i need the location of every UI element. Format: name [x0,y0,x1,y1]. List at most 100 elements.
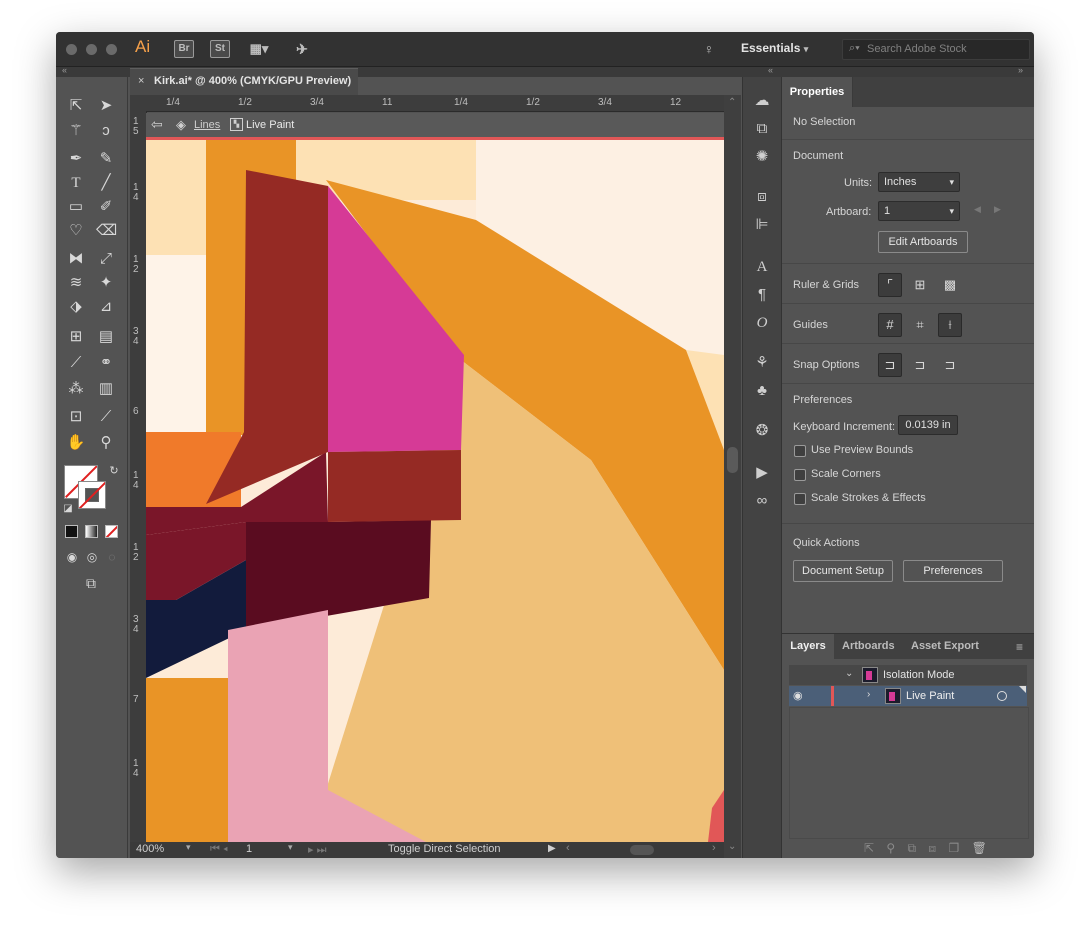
column-graph-tool-icon[interactable]: ▥ [96,379,116,399]
expand-right-icon[interactable]: » [1018,65,1023,75]
pen-tool-icon[interactable]: ✒ [66,149,86,169]
actions-play-icon[interactable]: ▶ [752,463,772,483]
transparency-grid-icon[interactable]: ▩ [938,273,962,297]
vertical-scroll-thumb[interactable] [727,447,738,473]
selection-tool-icon[interactable]: ⇱ [66,96,86,116]
libraries-icon[interactable]: ☁ [752,91,772,111]
breadcrumb-live-paint[interactable]: Live Paint [246,119,294,131]
locate-object-icon[interactable]: ⚲ [886,841,895,855]
paintbrush-tool-icon[interactable]: ✐ [96,197,116,217]
perspective-grid-tool-icon[interactable]: ⊿ [96,297,116,317]
bridge-button[interactable]: Br [174,40,194,58]
search-adobe-stock-input[interactable]: ⌕▾ Search Adobe Stock [842,39,1030,60]
scroll-right-icon[interactable]: › [712,842,716,854]
opentype-icon[interactable]: O [752,313,772,333]
clipping-mask-icon[interactable]: ⧉ [908,841,917,855]
units-select[interactable]: Inches ▾ [878,172,960,192]
next-artboard-icon[interactable]: ▸ ⏭ [308,843,326,857]
new-layer-icon[interactable]: ❐ [948,841,959,855]
collapse-middle-icon[interactable]: « [768,65,773,75]
draw-normal-icon[interactable]: ◉ [62,547,82,567]
smart-guides-icon[interactable]: ⟊ [938,313,962,337]
stock-button[interactable]: St [210,40,230,58]
artboard-number-field[interactable]: 1 [246,843,252,855]
horizontal-scroll-thumb[interactable] [630,845,654,855]
links-icon[interactable]: ∞ [752,491,772,511]
target-circle-icon[interactable] [997,691,1007,701]
exit-isolation-icon[interactable]: ⇦ [151,116,163,133]
slice-tool-icon[interactable]: ⟋ [96,407,116,427]
direct-selection-tool-icon[interactable]: ➤ [96,96,116,116]
recolor-icon[interactable]: ❂ [752,421,772,441]
zoom-dropdown-icon[interactable]: ▾ [186,842,191,853]
snap-to-grid-icon[interactable]: ⊐ [938,353,962,377]
status-menu-icon[interactable]: ▶ [548,843,556,854]
zoom-tool-icon[interactable]: ⚲ [96,433,116,453]
draw-inside-icon[interactable]: ◌ [102,547,122,567]
draw-behind-icon[interactable]: ◎ [82,547,102,567]
vertical-scrollbar[interactable]: ⌃ ⌄ [724,95,741,858]
snap-to-point-icon[interactable]: ⊐ [878,353,902,377]
export-icon[interactable]: ⇱ [864,841,874,855]
layer-row-isolation[interactable]: ⌄ Isolation Mode [789,665,1027,685]
type-tool-icon[interactable]: T [66,173,86,193]
paragraph-icon[interactable]: ¶ [752,285,772,305]
scroll-down-icon[interactable]: ⌄ [728,841,736,852]
layer-row-live-paint[interactable]: ◉ › Live Paint [789,686,1027,706]
scale-strokes-checkbox[interactable] [794,493,806,505]
preferences-button[interactable]: Preferences [903,560,1003,582]
keyboard-increment-field[interactable]: 0.0139 in [898,415,958,435]
hand-tool-icon[interactable]: ✋ [66,433,86,453]
symbols-icon[interactable]: ♣ [752,381,772,401]
eyedropper-tool-icon[interactable]: ⟋ [66,353,86,373]
next-artboard-icon[interactable]: ▶ [994,204,1001,215]
none-mode-button[interactable] [105,525,118,538]
brushes-icon[interactable]: ⚘ [752,353,772,373]
character-icon[interactable]: A [752,257,772,277]
artboard-canvas[interactable] [146,140,724,842]
align-icon[interactable]: ⊫ [752,215,772,235]
lock-guides-icon[interactable]: ⌗ [908,313,932,337]
stroke-swatch[interactable] [78,481,106,509]
eraser-tool-icon[interactable]: ⌫ [96,221,117,241]
tab-layers[interactable]: Layers [782,634,834,659]
rectangle-tool-icon[interactable]: ▭ [66,197,86,217]
delete-layer-icon[interactable]: 🗑 [972,841,987,855]
shape-builder-tool-icon[interactable]: ⬗ [66,297,86,317]
pathfinder-icon[interactable]: ⧈ [752,187,772,207]
line-tool-icon[interactable]: ╱ [96,173,116,193]
tab-asset-export[interactable]: Asset Export [911,634,979,659]
scale-corners-checkbox[interactable] [794,469,806,481]
vertical-ruler[interactable]: 1 5 1 4 1 2 3 4 6 1 4 1 2 3 4 7 1 4 [130,111,147,842]
chevron-right-icon[interactable]: › [867,689,870,700]
artboard-tool-icon[interactable]: ⊡ [66,407,86,427]
gradient-mode-button[interactable] [85,525,98,538]
lasso-tool-icon[interactable]: ↄ [96,121,116,141]
chevron-down-icon[interactable]: ⌄ [845,668,853,679]
symbol-sprayer-tool-icon[interactable]: ⁂ [66,379,86,399]
show-guides-icon[interactable]: # [878,313,902,337]
horizontal-ruler[interactable]: 1/4 1/2 3/4 11 1/4 1/2 3/4 12 [146,95,724,112]
scale-tool-icon[interactable]: ⤢ [96,249,116,269]
visibility-eye-icon[interactable]: ◉ [793,689,803,702]
default-fill-stroke-icon[interactable]: ◪ [58,499,78,519]
collapse-left-icon[interactable]: « [62,65,67,75]
live-paint-artwork[interactable] [146,140,724,842]
document-setup-button[interactable]: Document Setup [793,560,893,582]
first-artboard-icon[interactable]: ⏮ ◂ [210,843,228,856]
scroll-up-icon[interactable]: ⌃ [728,97,736,108]
close-document-icon[interactable]: × [138,75,144,87]
gradient-tool-icon[interactable]: ▤ [96,327,116,347]
gpu-performance-icon[interactable]: ✈ [292,40,312,58]
ruler-origin[interactable] [130,95,146,111]
transform-icon[interactable]: ⧉ [752,119,772,139]
swap-fill-stroke-icon[interactable]: ↻ [104,461,124,481]
learn-lightbulb-icon[interactable]: ♀ [700,40,718,58]
scroll-left-icon[interactable]: ‹ [566,842,570,854]
appearance-icon[interactable]: ✺ [752,147,772,167]
artboard-dropdown-icon[interactable]: ▾ [288,842,293,853]
edit-artboards-button[interactable]: Edit Artboards [878,231,968,253]
minimize-window-button[interactable] [86,44,97,55]
ruler-toggle-icon[interactable]: ⌜ [878,273,902,297]
artboard-select[interactable]: 1 ▾ [878,201,960,221]
